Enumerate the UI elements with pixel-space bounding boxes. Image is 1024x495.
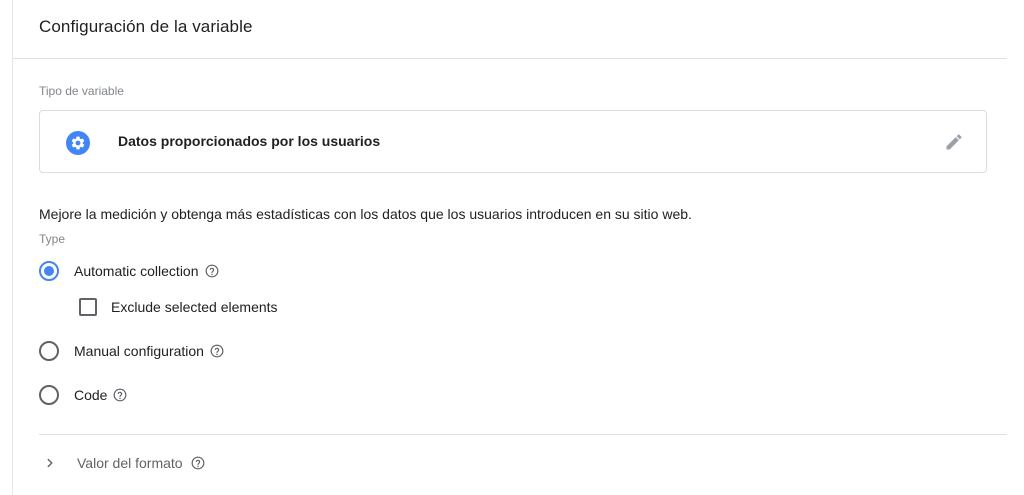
variable-type-selector[interactable]: Datos proporcionados por los usuarios [39, 110, 987, 173]
help-icon[interactable] [210, 344, 224, 358]
radio-manual-configuration[interactable]: Manual configuration [39, 341, 224, 361]
header-divider [13, 58, 1007, 59]
card-title: Configuración de la variable [39, 17, 253, 36]
radio-label: Manual configuration [74, 343, 204, 359]
checkbox-label: Exclude selected elements [111, 299, 278, 315]
radio-label: Code [74, 387, 108, 403]
radio-button[interactable] [39, 341, 59, 361]
section-divider [39, 434, 1007, 435]
checkbox-unchecked[interactable] [79, 298, 97, 316]
radio-label: Automatic collection [74, 263, 199, 279]
radio-code[interactable]: Code [39, 385, 127, 405]
pencil-icon[interactable] [944, 132, 964, 152]
type-label: Type [39, 232, 66, 246]
exclude-selected-elements-checkbox[interactable]: Exclude selected elements [79, 298, 278, 316]
variable-type-label: Tipo de variable [39, 84, 124, 98]
radio-button[interactable] [39, 385, 59, 405]
format-value-expander[interactable]: Valor del formato [43, 455, 205, 471]
radio-button-selected[interactable] [39, 261, 59, 281]
description-text: Mejore la medición y obtenga más estadís… [39, 206, 692, 222]
help-icon[interactable] [191, 456, 205, 470]
chevron-right-icon [43, 456, 57, 470]
radio-automatic-collection[interactable]: Automatic collection [39, 261, 219, 281]
format-value-label: Valor del formato [77, 455, 183, 471]
variable-type-name: Datos proporcionados por los usuarios [118, 133, 381, 149]
variable-configuration-card: Configuración de la variable Tipo de var… [12, 0, 1007, 495]
gear-icon [66, 131, 90, 155]
help-icon[interactable] [113, 388, 127, 402]
help-icon[interactable] [205, 264, 219, 278]
